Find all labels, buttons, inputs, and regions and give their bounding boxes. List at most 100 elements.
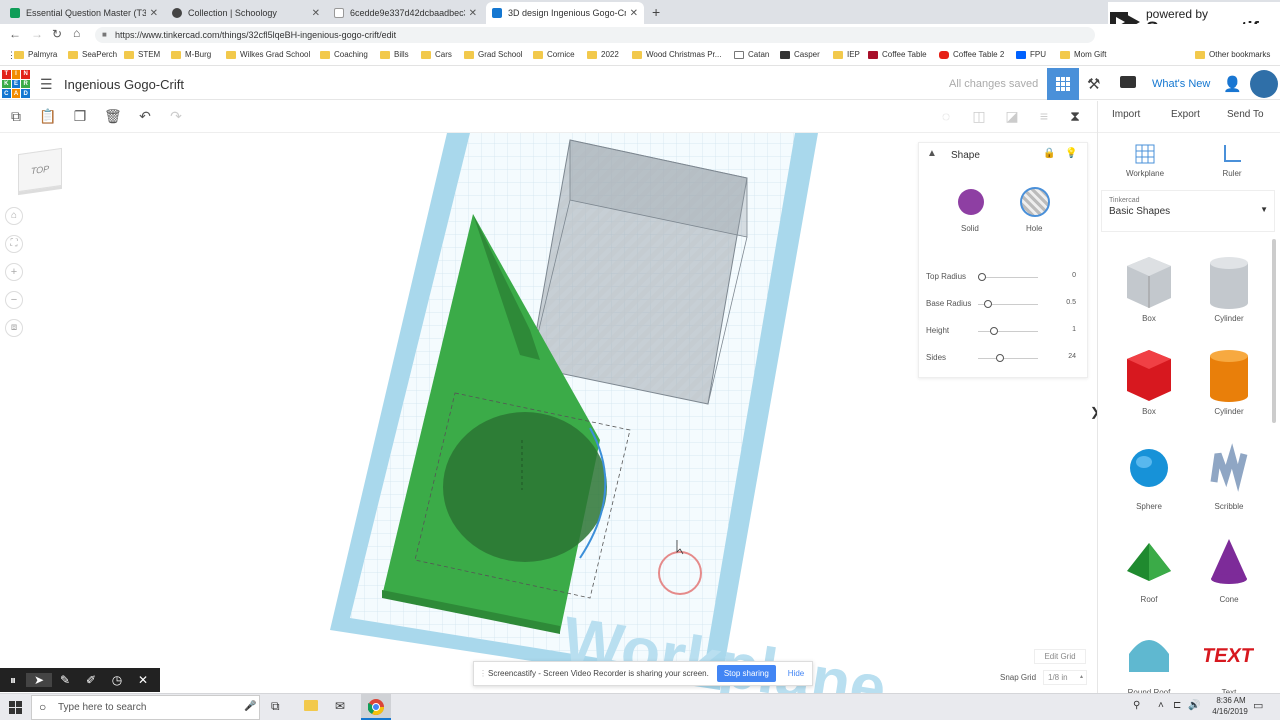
param-slider-knob[interactable] xyxy=(978,273,986,281)
param-slider-track[interactable] xyxy=(978,331,1038,332)
light-bulb-icon[interactable]: ◌ xyxy=(938,108,954,124)
task-view-icon[interactable]: ⧉ xyxy=(271,699,280,714)
browser-tab[interactable]: 6cedde9e337d42dcbaadbec3cd ✕ xyxy=(328,2,483,24)
delete-icon[interactable]: 🗑 xyxy=(104,108,122,124)
clock-time[interactable]: 8:36 AM xyxy=(1211,696,1251,705)
zoom-in-icon[interactable]: + xyxy=(5,263,23,281)
cylinder-hole-shape[interactable] xyxy=(443,412,607,562)
light-bulb-icon[interactable]: 💡 xyxy=(1065,148,1077,159)
library-scrollbar[interactable] xyxy=(1272,239,1276,423)
export-button[interactable]: Export xyxy=(1171,109,1200,120)
zoom-out-icon[interactable]: − xyxy=(5,291,23,309)
hole-swatch[interactable] xyxy=(1020,187,1050,217)
bookmark-item[interactable]: IEP xyxy=(833,50,860,59)
redo-icon[interactable]: ↷ xyxy=(168,108,184,124)
design-list-icon[interactable]: ☰ xyxy=(40,76,53,93)
action-center-icon[interactable]: ▭ xyxy=(1253,699,1263,712)
bookmark-item[interactable]: Coffee Table 2 xyxy=(939,50,1004,59)
close-tab-icon[interactable]: ✕ xyxy=(630,8,638,19)
clock-date[interactable]: 4/16/2019 xyxy=(1204,707,1256,716)
taskbar-search[interactable]: ○ Type here to search 🎤 xyxy=(31,695,260,720)
group-icon[interactable]: ◫ xyxy=(971,108,987,124)
bricks-icon[interactable] xyxy=(1120,76,1136,88)
design-title[interactable]: Ingenious Gogo-Crift xyxy=(64,77,184,92)
reload-icon[interactable]: ↻ xyxy=(52,27,62,41)
home-view-icon[interactable]: ⌂ xyxy=(5,207,23,225)
bookmark-item[interactable]: SeaPerch xyxy=(68,50,117,59)
browser-tab[interactable]: Collection | Schoology ✕ xyxy=(166,2,326,24)
cursor-tool-icon[interactable]: ➤ xyxy=(26,673,52,687)
mirror-icon[interactable]: ⧗ xyxy=(1067,108,1083,124)
lock-shape-icon[interactable]: 🔒 xyxy=(1043,148,1055,159)
bookmark-item[interactable]: 2022 xyxy=(587,50,619,59)
shape-scribble[interactable]: Scribble xyxy=(1194,442,1264,511)
ruler-tool[interactable]: Ruler xyxy=(1212,142,1252,178)
bookmark-item[interactable]: Cornice xyxy=(533,50,575,59)
windows-start-icon[interactable] xyxy=(9,701,22,714)
param-slider-track[interactable] xyxy=(978,358,1038,359)
ortho-view-icon[interactable]: ⧈ xyxy=(5,319,23,337)
workplane-tool[interactable]: Workplane xyxy=(1125,142,1165,178)
forward-icon[interactable]: → xyxy=(31,27,43,41)
param-slider-knob[interactable] xyxy=(990,327,998,335)
codeblocks-icon[interactable]: ⚒ xyxy=(1087,75,1100,93)
close-tab-icon[interactable]: ✕ xyxy=(150,8,158,19)
network-icon[interactable]: ⊏ xyxy=(1173,700,1181,711)
back-icon[interactable]: ← xyxy=(9,27,21,41)
collapse-inspector-icon[interactable]: ▲ xyxy=(927,148,937,159)
fit-view-icon[interactable]: ⛶ xyxy=(5,235,23,253)
copy-icon[interactable]: ⧉ xyxy=(8,108,24,124)
param-value[interactable]: 24 xyxy=(1068,353,1076,360)
collapse-panel-icon[interactable]: ❯ xyxy=(1090,405,1097,419)
tinkercad-logo[interactable]: TIN KER CAD xyxy=(2,70,30,98)
people-icon[interactable]: ⚲ xyxy=(1133,700,1140,711)
bookmark-item[interactable]: Wood Christmas Pr... xyxy=(632,50,721,59)
url-field[interactable]: ■ https://www.tinkercad.com/things/32cfl… xyxy=(95,27,1095,43)
shape-cone[interactable]: Cone xyxy=(1194,535,1264,604)
bookmark-item[interactable]: Palmyra xyxy=(14,50,57,59)
bookmark-item[interactable]: M-Burg xyxy=(171,50,211,59)
param-value[interactable]: 0 xyxy=(1072,272,1076,279)
shape-hole-box[interactable]: Box xyxy=(1114,254,1184,323)
browser-tab-active[interactable]: 3D design Ingenious Gogo-Crift ✕ xyxy=(486,2,644,24)
browser-tab[interactable]: Essential Question Master (T3) - G ✕ xyxy=(4,2,164,24)
category-select[interactable]: Tinkercad Basic Shapes ▼ xyxy=(1101,190,1275,232)
shape-hole-cylinder[interactable]: Cylinder xyxy=(1194,254,1264,323)
edit-grid-button[interactable]: Edit Grid xyxy=(1034,649,1086,664)
ungroup-icon[interactable]: ◪ xyxy=(1004,108,1020,124)
chrome-taskbar-button[interactable] xyxy=(361,694,391,720)
shape-sphere[interactable]: Sphere xyxy=(1114,442,1184,511)
shape-round-roof[interactable]: Round Roof xyxy=(1114,628,1184,697)
other-bookmarks[interactable]: Other bookmarks xyxy=(1195,50,1270,59)
shape-cylinder[interactable]: Cylinder xyxy=(1194,347,1264,416)
volume-icon[interactable]: 🔊 xyxy=(1188,700,1200,711)
mail-icon[interactable]: ✉ xyxy=(335,699,345,713)
bookmark-item[interactable]: Casper xyxy=(780,50,820,59)
bookmark-item[interactable]: FPU xyxy=(1016,50,1046,59)
close-icon[interactable]: ✕ xyxy=(130,673,156,687)
param-value[interactable]: 0.5 xyxy=(1066,299,1076,306)
close-tab-icon[interactable]: ✕ xyxy=(469,8,477,19)
shape-box[interactable]: Box xyxy=(1114,347,1184,416)
view-cube-top-face[interactable]: TOP xyxy=(18,147,62,193)
microphone-icon[interactable]: 🎤 xyxy=(244,701,256,712)
bookmark-item[interactable]: Coffee Table xyxy=(868,50,927,59)
stop-sharing-button[interactable]: Stop sharing xyxy=(716,665,776,682)
highlighter-icon[interactable]: ✐ xyxy=(78,673,104,687)
add-user-icon[interactable]: 👤 xyxy=(1223,75,1242,93)
bookmark-item[interactable]: Bills xyxy=(380,50,409,59)
param-slider-knob[interactable] xyxy=(984,300,992,308)
pause-icon[interactable]: ⏸ xyxy=(0,673,26,688)
solid-swatch[interactable] xyxy=(958,189,984,215)
shape-roof[interactable]: Roof xyxy=(1114,535,1184,604)
bookmark-item[interactable]: Catan xyxy=(734,50,769,59)
param-value[interactable]: 1 xyxy=(1072,326,1076,333)
snap-grid-select[interactable]: 1/8 in ▴ xyxy=(1043,670,1087,685)
drag-handle-icon[interactable]: ⋮ xyxy=(479,669,487,678)
home-icon[interactable]: ⌂ xyxy=(73,26,80,40)
shape-text[interactable]: TEXT Text xyxy=(1194,628,1264,697)
whats-new-link[interactable]: What's New xyxy=(1152,78,1210,90)
bookmark-item[interactable]: Cars xyxy=(421,50,452,59)
duplicate-icon[interactable]: ❐ xyxy=(72,108,88,124)
file-explorer-icon[interactable] xyxy=(304,700,318,711)
